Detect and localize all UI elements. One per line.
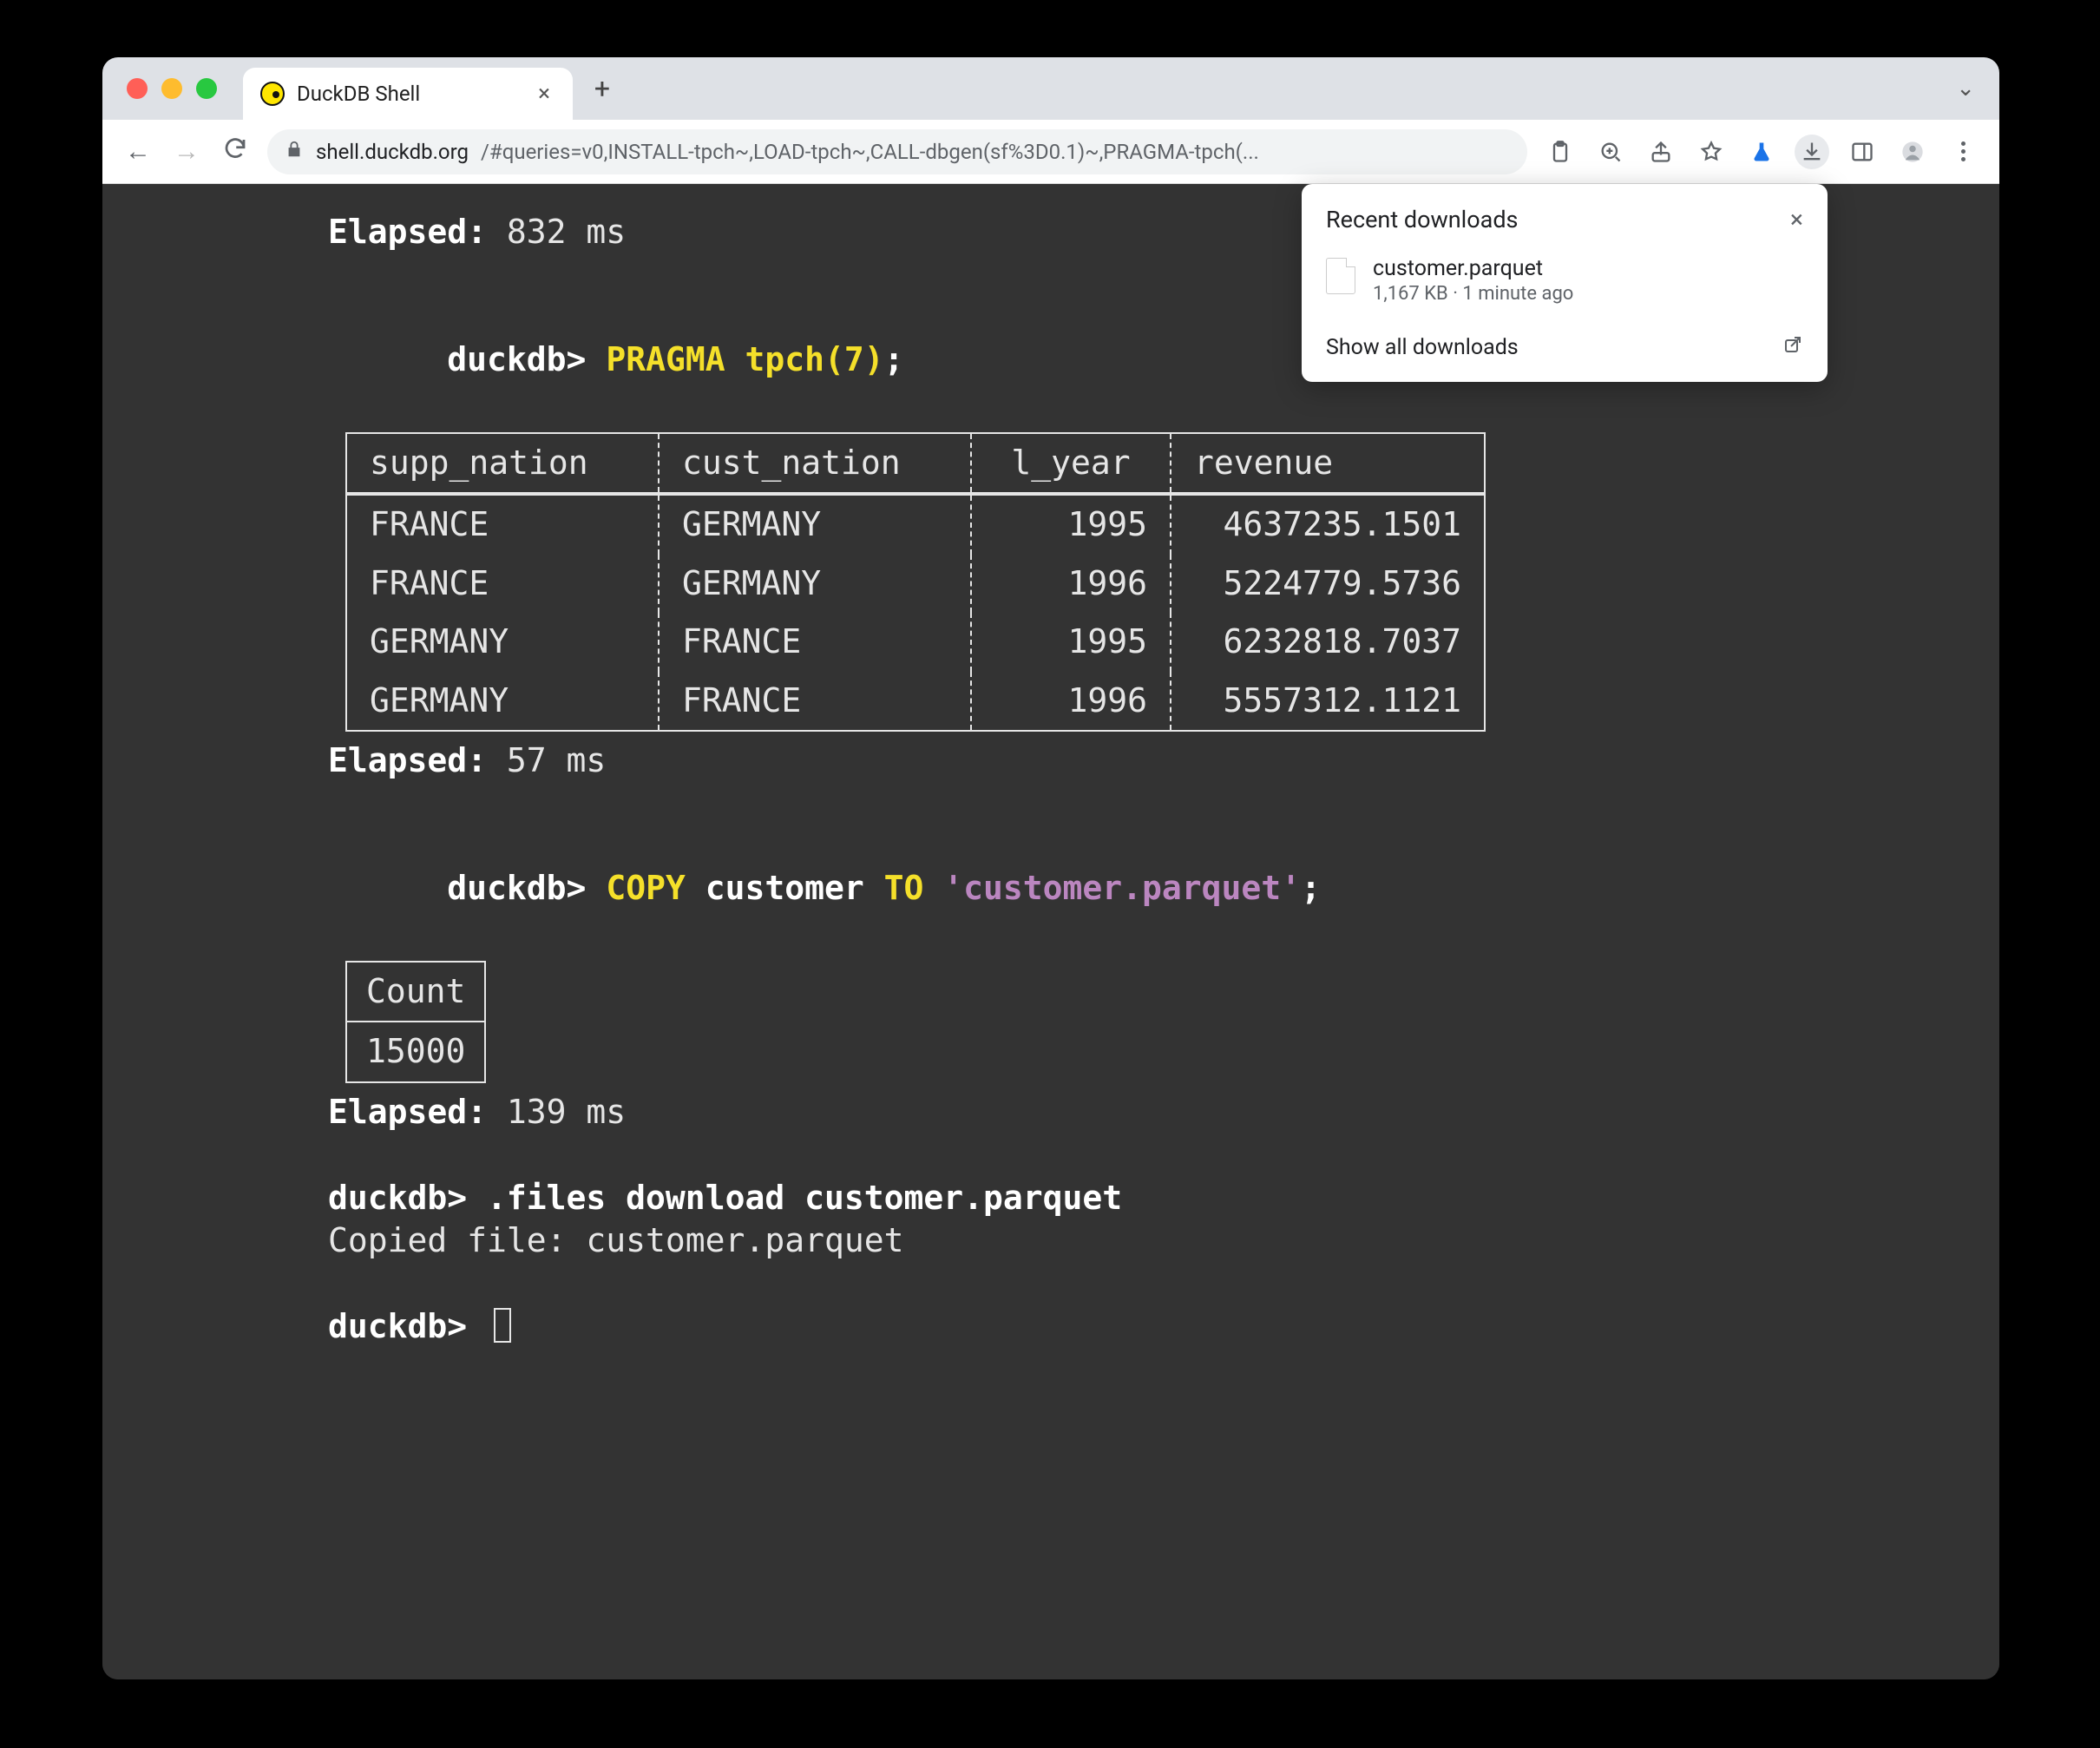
labs-flask-icon[interactable] xyxy=(1744,135,1779,169)
sql-arg: tpch(7) xyxy=(725,340,884,378)
sql-keyword: TO xyxy=(884,869,924,907)
td: FRANCE xyxy=(347,496,660,555)
th: Count xyxy=(347,963,484,1022)
sql-string: 'customer.parquet' xyxy=(923,869,1301,907)
download-item[interactable]: customer.parquet 1,167 KB · 1 minute ago xyxy=(1302,249,1828,319)
td: 1995 xyxy=(994,621,1147,663)
td: 1996 xyxy=(994,563,1147,605)
fullscreen-window-button[interactable] xyxy=(196,78,217,99)
minimize-window-button[interactable] xyxy=(161,78,182,99)
td: FRANCE xyxy=(347,555,660,614)
td: 6232818.7037 xyxy=(1194,621,1461,663)
downloads-icon[interactable] xyxy=(1795,135,1829,169)
elapsed-label: Elapsed: xyxy=(328,1093,487,1131)
downloads-popup: Recent downloads × customer.parquet 1,16… xyxy=(1302,184,1828,382)
cursor xyxy=(494,1308,511,1343)
tab-bar: DuckDB Shell × + ⌄ xyxy=(102,57,1999,120)
sql-keyword: COPY xyxy=(606,869,686,907)
bookmark-star-icon[interactable] xyxy=(1694,135,1729,169)
profile-icon[interactable] xyxy=(1895,135,1930,169)
reload-button[interactable] xyxy=(219,135,252,168)
td: 1995 xyxy=(994,504,1147,546)
shell-command: .files download customer.parquet xyxy=(487,1179,1122,1217)
elapsed-label: Elapsed: xyxy=(328,741,487,779)
url-host: shell.duckdb.org xyxy=(316,140,469,164)
new-tab-button[interactable]: + xyxy=(583,69,621,108)
toolbar: ← → shell.duckdb.org /#queries=v0,INSTALL… xyxy=(102,120,1999,184)
prompt: duckdb> xyxy=(328,1307,487,1345)
td: FRANCE xyxy=(660,672,972,731)
sql-keyword: PRAGMA xyxy=(606,340,725,378)
address-bar[interactable]: shell.duckdb.org /#queries=v0,INSTALL-tpc… xyxy=(267,129,1527,174)
zoom-icon[interactable] xyxy=(1593,135,1628,169)
lock-icon xyxy=(285,140,304,164)
elapsed-value: 139 ms xyxy=(487,1093,626,1131)
file-icon xyxy=(1326,258,1355,294)
output-line: Copied file: customer.parquet xyxy=(328,1220,1999,1262)
th: revenue xyxy=(1171,434,1484,493)
th: supp_nation xyxy=(347,434,660,493)
td: 1996 xyxy=(994,680,1147,722)
close-tab-button[interactable]: × xyxy=(533,81,555,107)
close-window-button[interactable] xyxy=(127,78,148,99)
result-table-2: Count 15000 xyxy=(345,961,486,1083)
td: 15000 xyxy=(347,1022,484,1081)
semicolon: ; xyxy=(1301,869,1321,907)
tab-title: DuckDB Shell xyxy=(297,82,420,106)
share-icon[interactable] xyxy=(1644,135,1678,169)
downloads-popup-title: Recent downloads xyxy=(1326,206,1518,233)
elapsed-label: Elapsed: xyxy=(328,213,487,251)
kebab-menu-icon[interactable] xyxy=(1946,135,1980,169)
th: cust_nation xyxy=(660,434,972,493)
td: 5557312.1121 xyxy=(1194,680,1461,722)
td: GERMANY xyxy=(347,672,660,731)
td: 5224779.5736 xyxy=(1194,563,1461,605)
tabs-dropdown-button[interactable]: ⌄ xyxy=(1956,76,1975,102)
clipboard-icon[interactable] xyxy=(1543,135,1578,169)
download-filename: customer.parquet xyxy=(1373,256,1573,281)
td: GERMANY xyxy=(347,613,660,672)
td: GERMANY xyxy=(660,555,972,614)
sidepanel-icon[interactable] xyxy=(1845,135,1880,169)
td: FRANCE xyxy=(660,613,972,672)
result-table-1: supp_nation cust_nation l_year revenue F… xyxy=(345,432,1486,733)
td: GERMANY xyxy=(660,496,972,555)
download-meta: 1,167 KB · 1 minute ago xyxy=(1373,283,1573,305)
back-button[interactable]: ← xyxy=(121,136,154,167)
forward-button[interactable]: → xyxy=(170,136,203,167)
elapsed-value: 57 ms xyxy=(487,741,606,779)
window-controls xyxy=(127,78,217,99)
prompt: duckdb> xyxy=(328,1179,487,1217)
browser-tab[interactable]: DuckDB Shell × xyxy=(243,68,573,120)
prompt: duckdb> xyxy=(447,340,606,378)
th: l_year xyxy=(972,434,1171,493)
prompt: duckdb> xyxy=(447,869,606,907)
show-all-downloads-link[interactable]: Show all downloads xyxy=(1326,335,1519,360)
semicolon: ; xyxy=(884,340,904,378)
elapsed-value: 832 ms xyxy=(487,213,626,251)
close-icon[interactable]: × xyxy=(1790,205,1803,233)
duckdb-favicon xyxy=(260,82,285,106)
browser-window: DuckDB Shell × + ⌄ ← → shell.duckdb.org /… xyxy=(102,57,1999,1679)
terminal[interactable]: Elapsed: 832 ms duckdb> PRAGMA tpch(7); … xyxy=(102,184,1999,1679)
external-link-icon[interactable] xyxy=(1782,334,1803,361)
td: 4637235.1501 xyxy=(1194,504,1461,546)
sql-ident: customer xyxy=(686,869,884,907)
url-path: /#queries=v0,INSTALL-tpch~,LOAD-tpch~,CA… xyxy=(481,140,1259,164)
